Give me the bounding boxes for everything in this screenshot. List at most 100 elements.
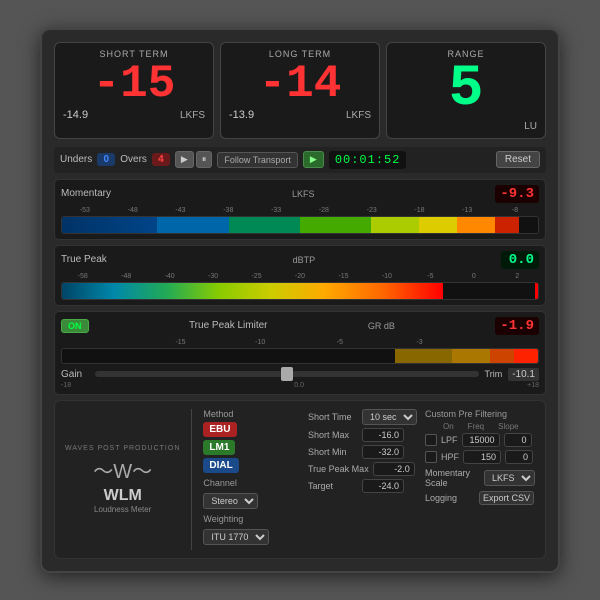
logo-section: WAVES POST PRODUCTION 〜W〜 WLM Loudness M… [65, 409, 180, 550]
unders-label: Unders [60, 154, 92, 165]
range-value: 5 [395, 61, 537, 119]
lpf-row: LPF [425, 433, 535, 447]
ebu-button[interactable]: EBU [203, 422, 236, 437]
long-term-sub: -13.9 [229, 109, 254, 121]
hpf-slope[interactable] [505, 450, 533, 464]
method-group: Method EBU LM1 DIAL [203, 409, 300, 473]
target-row: Target [308, 479, 417, 493]
limiter-section: ON True Peak Limiter GR dB -1.9 -15 -10 … [54, 311, 546, 395]
lm1-button[interactable]: LM1 [203, 440, 235, 455]
channel-select[interactable]: Stereo [203, 493, 258, 509]
momentary-scale-label: Momentary Scale [425, 468, 480, 488]
time-col: Short Time 10 sec Short Max Short Min Tr… [308, 409, 417, 550]
channel-title: Channel [203, 478, 300, 488]
range-meter: RANGE 5 LU [386, 42, 546, 139]
short-min-input[interactable] [362, 445, 404, 459]
dial-button[interactable]: DIAL [203, 458, 238, 473]
target-input[interactable] [362, 479, 404, 493]
short-min-label: Short Min [308, 447, 358, 457]
hpf-freq[interactable] [463, 450, 501, 464]
weighting-select[interactable]: ITU 1770 [203, 529, 269, 545]
limiter-title: True Peak Limiter [189, 320, 268, 331]
short-max-input[interactable] [362, 428, 404, 442]
waves-logo-icon: 〜W〜 [93, 455, 152, 484]
momentary-bar [61, 216, 539, 234]
momentary-unit: LKFS [292, 189, 315, 199]
gain-track[interactable] [95, 371, 479, 377]
hpf-label: HPF [441, 452, 459, 462]
momentary-scale: -53 -48 -43 -38 -33 -28 -23 -18 -13 -8 [61, 206, 539, 216]
trim-value[interactable]: -10.1 [508, 368, 539, 381]
custom-col: Custom Pre Filtering On Freq Slope LPF H… [425, 409, 535, 550]
truepeak-bar [61, 282, 539, 300]
short-term-label: SHORT TERM [63, 49, 205, 59]
short-term-sub: -14.9 [63, 109, 88, 121]
short-time-select[interactable]: 10 sec [362, 409, 417, 425]
lpf-freq[interactable] [462, 433, 500, 447]
short-term-unit: LKFS [180, 110, 205, 121]
gain-label: Gain [61, 369, 89, 380]
lpf-slope[interactable] [504, 433, 532, 447]
limiter-bar [61, 348, 539, 364]
short-time-row: Short Time 10 sec [308, 409, 417, 425]
momentary-scale-row: Momentary Scale LKFS [425, 468, 535, 488]
logging-row: Logging Export CSV [425, 491, 535, 505]
unders-value: 0 [97, 153, 115, 166]
truepeak-scale: -58 -48 -40 -30 -25 -20 -15 -10 -5 0 2 [61, 272, 539, 282]
truepeak-max-row: True Peak Max [308, 462, 417, 476]
weighting-group: Weighting ITU 1770 [203, 514, 300, 545]
method-title: Method [203, 409, 300, 419]
top-meters: SHORT TERM -15 -14.9 LKFS LONG TERM -14 … [54, 42, 546, 139]
pause-button[interactable]: ⏸ [196, 151, 213, 168]
short-time-label: Short Time [308, 412, 358, 422]
gain-thumb[interactable] [281, 367, 293, 381]
bottom-settings: WAVES POST PRODUCTION 〜W〜 WLM Loudness M… [54, 400, 546, 559]
short-max-row: Short Max [308, 428, 417, 442]
limiter-on-button[interactable]: ON [61, 319, 89, 333]
truepeak-max-input[interactable] [373, 462, 415, 476]
momentary-title: Momentary [61, 188, 111, 199]
truepeak-unit: dBTP [293, 255, 316, 265]
transport-bar: Unders 0 Overs 4 ▶ ⏸ Follow Transport ▶ … [54, 147, 546, 173]
momentary-section: Momentary LKFS -9.3 -53 -48 -43 -38 -33 … [54, 179, 546, 240]
lpf-checkbox[interactable] [425, 434, 437, 446]
long-term-value: -14 [229, 61, 371, 107]
truepeak-value: 0.0 [501, 251, 539, 269]
weighting-title: Weighting [203, 514, 300, 524]
short-min-row: Short Min [308, 445, 417, 459]
momentary-value: -9.3 [495, 185, 539, 203]
range-unit: LU [524, 121, 537, 132]
limiter-scale: -15 -10 -5 -3 [61, 338, 539, 348]
target-label: Target [308, 481, 358, 491]
logging-button[interactable]: Export CSV [479, 491, 534, 505]
wlm-subtitle: Loudness Meter [94, 505, 151, 514]
short-max-label: Short Max [308, 430, 358, 440]
overs-label: Overs [120, 154, 147, 165]
plugin-container: SHORT TERM -15 -14.9 LKFS LONG TERM -14 … [40, 28, 560, 573]
method-buttons: EBU [203, 422, 300, 437]
momentary-scale-select[interactable]: LKFS [484, 470, 535, 486]
logo-text: WAVES POST PRODUCTION [65, 445, 180, 452]
overs-value: 4 [152, 153, 170, 166]
transport-green-btn[interactable]: ▶ [303, 151, 324, 168]
long-term-unit: LKFS [346, 110, 371, 121]
limiter-value: -1.9 [495, 317, 539, 335]
play-button[interactable]: ▶ [175, 151, 194, 168]
follow-transport-button[interactable]: Follow Transport [217, 152, 298, 168]
hpf-row: HPF [425, 450, 535, 464]
truepeak-section: True Peak dBTP 0.0 -58 -48 -40 -30 -25 -… [54, 245, 546, 306]
short-term-meter: SHORT TERM -15 -14.9 LKFS [54, 42, 214, 139]
truepeak-title: True Peak [61, 254, 107, 265]
gain-scale: -18 0.0 +18 [61, 382, 539, 389]
long-term-meter: LONG TERM -14 -13.9 LKFS [220, 42, 380, 139]
custom-title: Custom Pre Filtering [425, 409, 535, 419]
limiter-unit: GR dB [368, 321, 395, 331]
logging-label: Logging [425, 493, 475, 503]
wlm-title: WLM [104, 487, 142, 505]
reset-button[interactable]: Reset [496, 151, 540, 168]
trim-label: Trim [485, 369, 503, 379]
hpf-checkbox[interactable] [425, 451, 437, 463]
long-term-label: LONG TERM [229, 49, 371, 59]
gain-row: Gain Trim -10.1 [61, 368, 539, 381]
time-display: 00:01:52 [329, 151, 407, 169]
